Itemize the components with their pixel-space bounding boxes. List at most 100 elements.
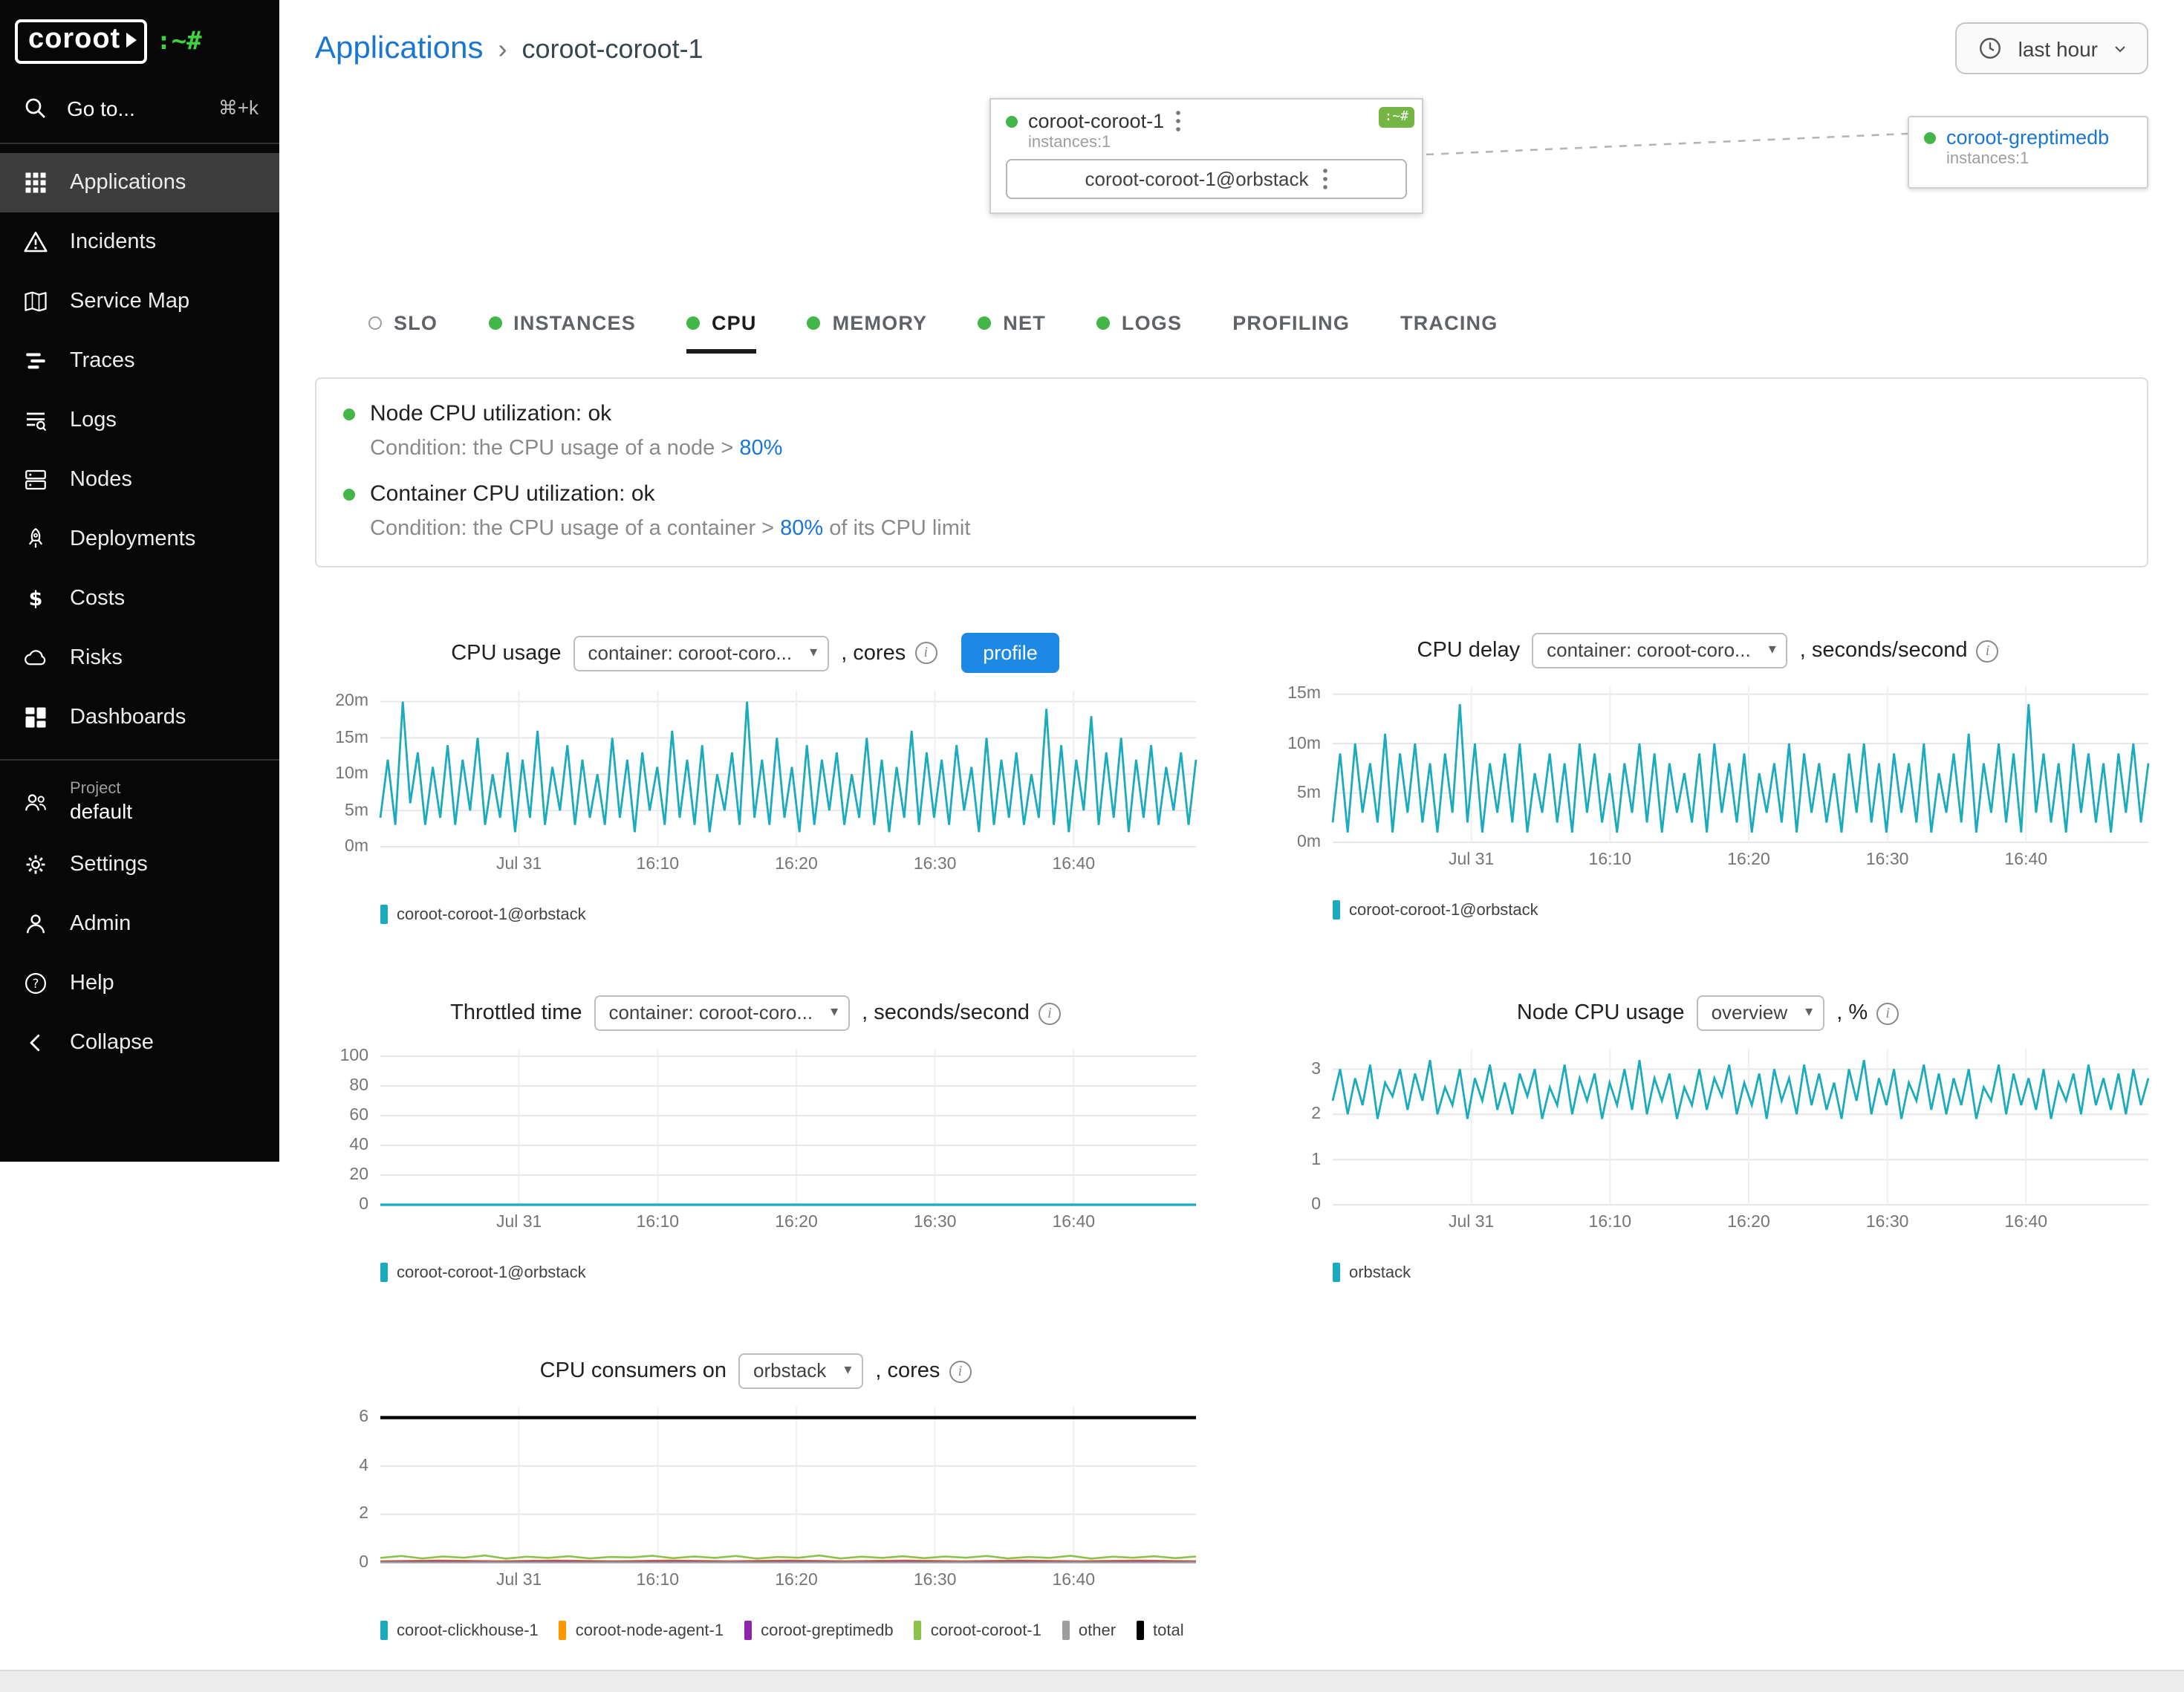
y-axis-label: 4 [315,1457,368,1475]
divider [0,143,279,144]
info-icon[interactable]: i [949,1360,971,1382]
time-range-picker[interactable]: last hour [1956,22,2148,74]
legend-item-coroot-coroot-1-orbstack[interactable]: coroot-coroot-1@orbstack [380,905,586,924]
peer-instances-count: instances:1 [1946,150,2132,168]
y-axis-label: 2 [315,1506,368,1523]
tab-cpu[interactable]: CPU [686,312,757,354]
chart-canvas[interactable] [1333,1049,2148,1205]
kebab-menu-icon[interactable] [1322,168,1327,190]
sidebar-item-service-map[interactable]: Service Map [0,272,279,331]
legend-item-coroot-node-agent-1[interactable]: coroot-node-agent-1 [559,1621,724,1640]
peer-node-header: coroot-greptimedb [1924,126,2132,149]
sidebar-item-logs[interactable]: Logs [0,391,279,450]
sidebar-item-traces[interactable]: Traces [0,331,279,391]
chart-selector-value: container: coroot-coro... [588,641,793,663]
sidebar-item-label: Risks [70,646,123,670]
info-icon[interactable]: i [1039,1002,1061,1024]
x-axis-label: 16:10 [637,856,680,873]
condition-threshold[interactable]: 80% [780,517,823,541]
chart-title-text: CPU consumers on [540,1359,727,1383]
sidebar-collapse-button[interactable]: Collapse [0,1013,279,1073]
sidebar-item-applications[interactable]: Applications [0,153,279,212]
info-icon[interactable]: i [1876,1002,1899,1024]
y-axis-label: 3 [1267,1060,1321,1078]
tab-logs[interactable]: LOGS [1096,312,1182,354]
y-axis-label: 0 [1267,1196,1321,1214]
tab-label: PROFILING [1232,312,1350,334]
kebab-menu-icon[interactable] [1174,110,1180,132]
sidebar-item-risks[interactable]: Risks [0,628,279,688]
sidebar-item-label: Service Map [70,290,189,313]
tab-net[interactable]: NET [978,312,1046,354]
legend-label: coroot-greptimedb [761,1621,894,1639]
chart-canvas[interactable] [380,1407,1196,1563]
condition-threshold[interactable]: 80% [739,437,782,461]
service-map-app-node[interactable]: :~# coroot-coroot-1 instances:1 coroot-c… [989,98,1423,214]
y-axis-label: 0 [315,1554,368,1572]
sidebar-item-help[interactable]: ?Help [0,954,279,1013]
page-title: coroot-coroot-1 [521,33,703,65]
chart-selector-dropdown[interactable]: orbstack▾ [738,1353,863,1389]
chevron-left-icon [21,1029,51,1056]
tab-label: NET [1003,312,1046,334]
chart-selector-dropdown[interactable]: container: coroot-coro...▾ [573,635,830,671]
tab-label: TRACING [1400,312,1498,334]
sidebar-item-nodes[interactable]: Nodes [0,450,279,510]
chart-selector-dropdown[interactable]: container: coroot-coro...▾ [1532,633,1788,668]
chart-plot: 0m5m10m15mJul 3116:1016:2016:3016:40 [1267,686,2148,882]
legend-item-orbstack[interactable]: orbstack [1333,1263,1411,1282]
tab-profiling[interactable]: PROFILING [1232,312,1350,354]
goto-search[interactable]: Go to... ⌘+k [0,80,279,140]
legend-item-coroot-coroot-1-orbstack[interactable]: coroot-coroot-1@orbstack [380,1263,586,1282]
service-map-peer-node[interactable]: coroot-greptimedb instances:1 [1908,116,2148,189]
sidebar-item-costs[interactable]: $Costs [0,569,279,628]
app-instances-count: instances:1 [1028,134,1407,152]
peer-node-link[interactable]: coroot-greptimedb [1946,126,2109,149]
breadcrumb-applications-link[interactable]: Applications [315,30,483,66]
search-icon [21,95,51,122]
chart-node-cpu-usage: Node CPU usageoverview▾, %i0123Jul 3116:… [1267,995,2148,1282]
tab-label: INSTANCES [513,312,636,334]
status-ok-dot [807,316,821,330]
chart-selector-dropdown[interactable]: overview▾ [1697,995,1825,1031]
x-axis-label: 16:40 [1053,1572,1096,1589]
chart-canvas[interactable] [1333,686,2148,842]
chart-title-text: Throttled time [450,1001,582,1025]
info-icon[interactable]: i [914,642,937,664]
x-axis-label: Jul 31 [496,1572,542,1589]
profile-button[interactable]: profile [961,633,1060,673]
tab-tracing[interactable]: TRACING [1400,312,1498,354]
y-axis-label: 5m [1267,784,1321,802]
chart-canvas[interactable] [380,691,1196,847]
sidebar-item-project[interactable]: Project default [0,769,279,835]
legend-item-coroot-clickhouse-1[interactable]: coroot-clickhouse-1 [380,1621,539,1640]
sidebar-item-deployments[interactable]: Deployments [0,510,279,569]
chart-selector-dropdown[interactable]: container: coroot-coro...▾ [594,995,850,1031]
chart-title: CPU usagecontainer: coroot-coro...▾, cor… [315,633,1196,673]
tab-slo[interactable]: SLO [368,312,438,354]
app-badge: :~# [1378,107,1414,128]
legend-item-coroot-coroot-1[interactable]: coroot-coroot-1 [914,1621,1041,1640]
sidebar-item-settings[interactable]: Settings [0,835,279,894]
legend-item-coroot-greptimedb[interactable]: coroot-greptimedb [744,1621,894,1640]
tab-memory[interactable]: MEMORY [807,312,928,354]
sidebar-item-incidents[interactable]: Incidents [0,212,279,272]
coroot-logo[interactable]: coroot :~# [0,0,279,80]
app-instance-item[interactable]: coroot-coroot-1@orbstack [1006,159,1407,199]
legend-item-total[interactable]: total [1137,1621,1184,1640]
sidebar-item-label: Dashboards [70,706,186,729]
traces-icon [21,348,51,374]
sidebar-item-dashboards[interactable]: Dashboards [0,688,279,747]
status-ok-dot [978,316,991,330]
legend-item-coroot-coroot-1-orbstack[interactable]: coroot-coroot-1@orbstack [1333,900,1538,920]
chart-canvas[interactable] [380,1049,1196,1205]
legend-swatch [1333,900,1340,920]
tab-instances[interactable]: INSTANCES [488,312,636,354]
y-axis-label: 10m [1267,735,1321,752]
sidebar-item-admin[interactable]: Admin [0,894,279,954]
svg-text:$: $ [29,588,43,611]
info-icon[interactable]: i [1977,640,1999,662]
y-axis-label: 15m [1267,686,1321,703]
legend-item-other[interactable]: other [1062,1621,1116,1640]
legend-label: total [1153,1621,1184,1639]
